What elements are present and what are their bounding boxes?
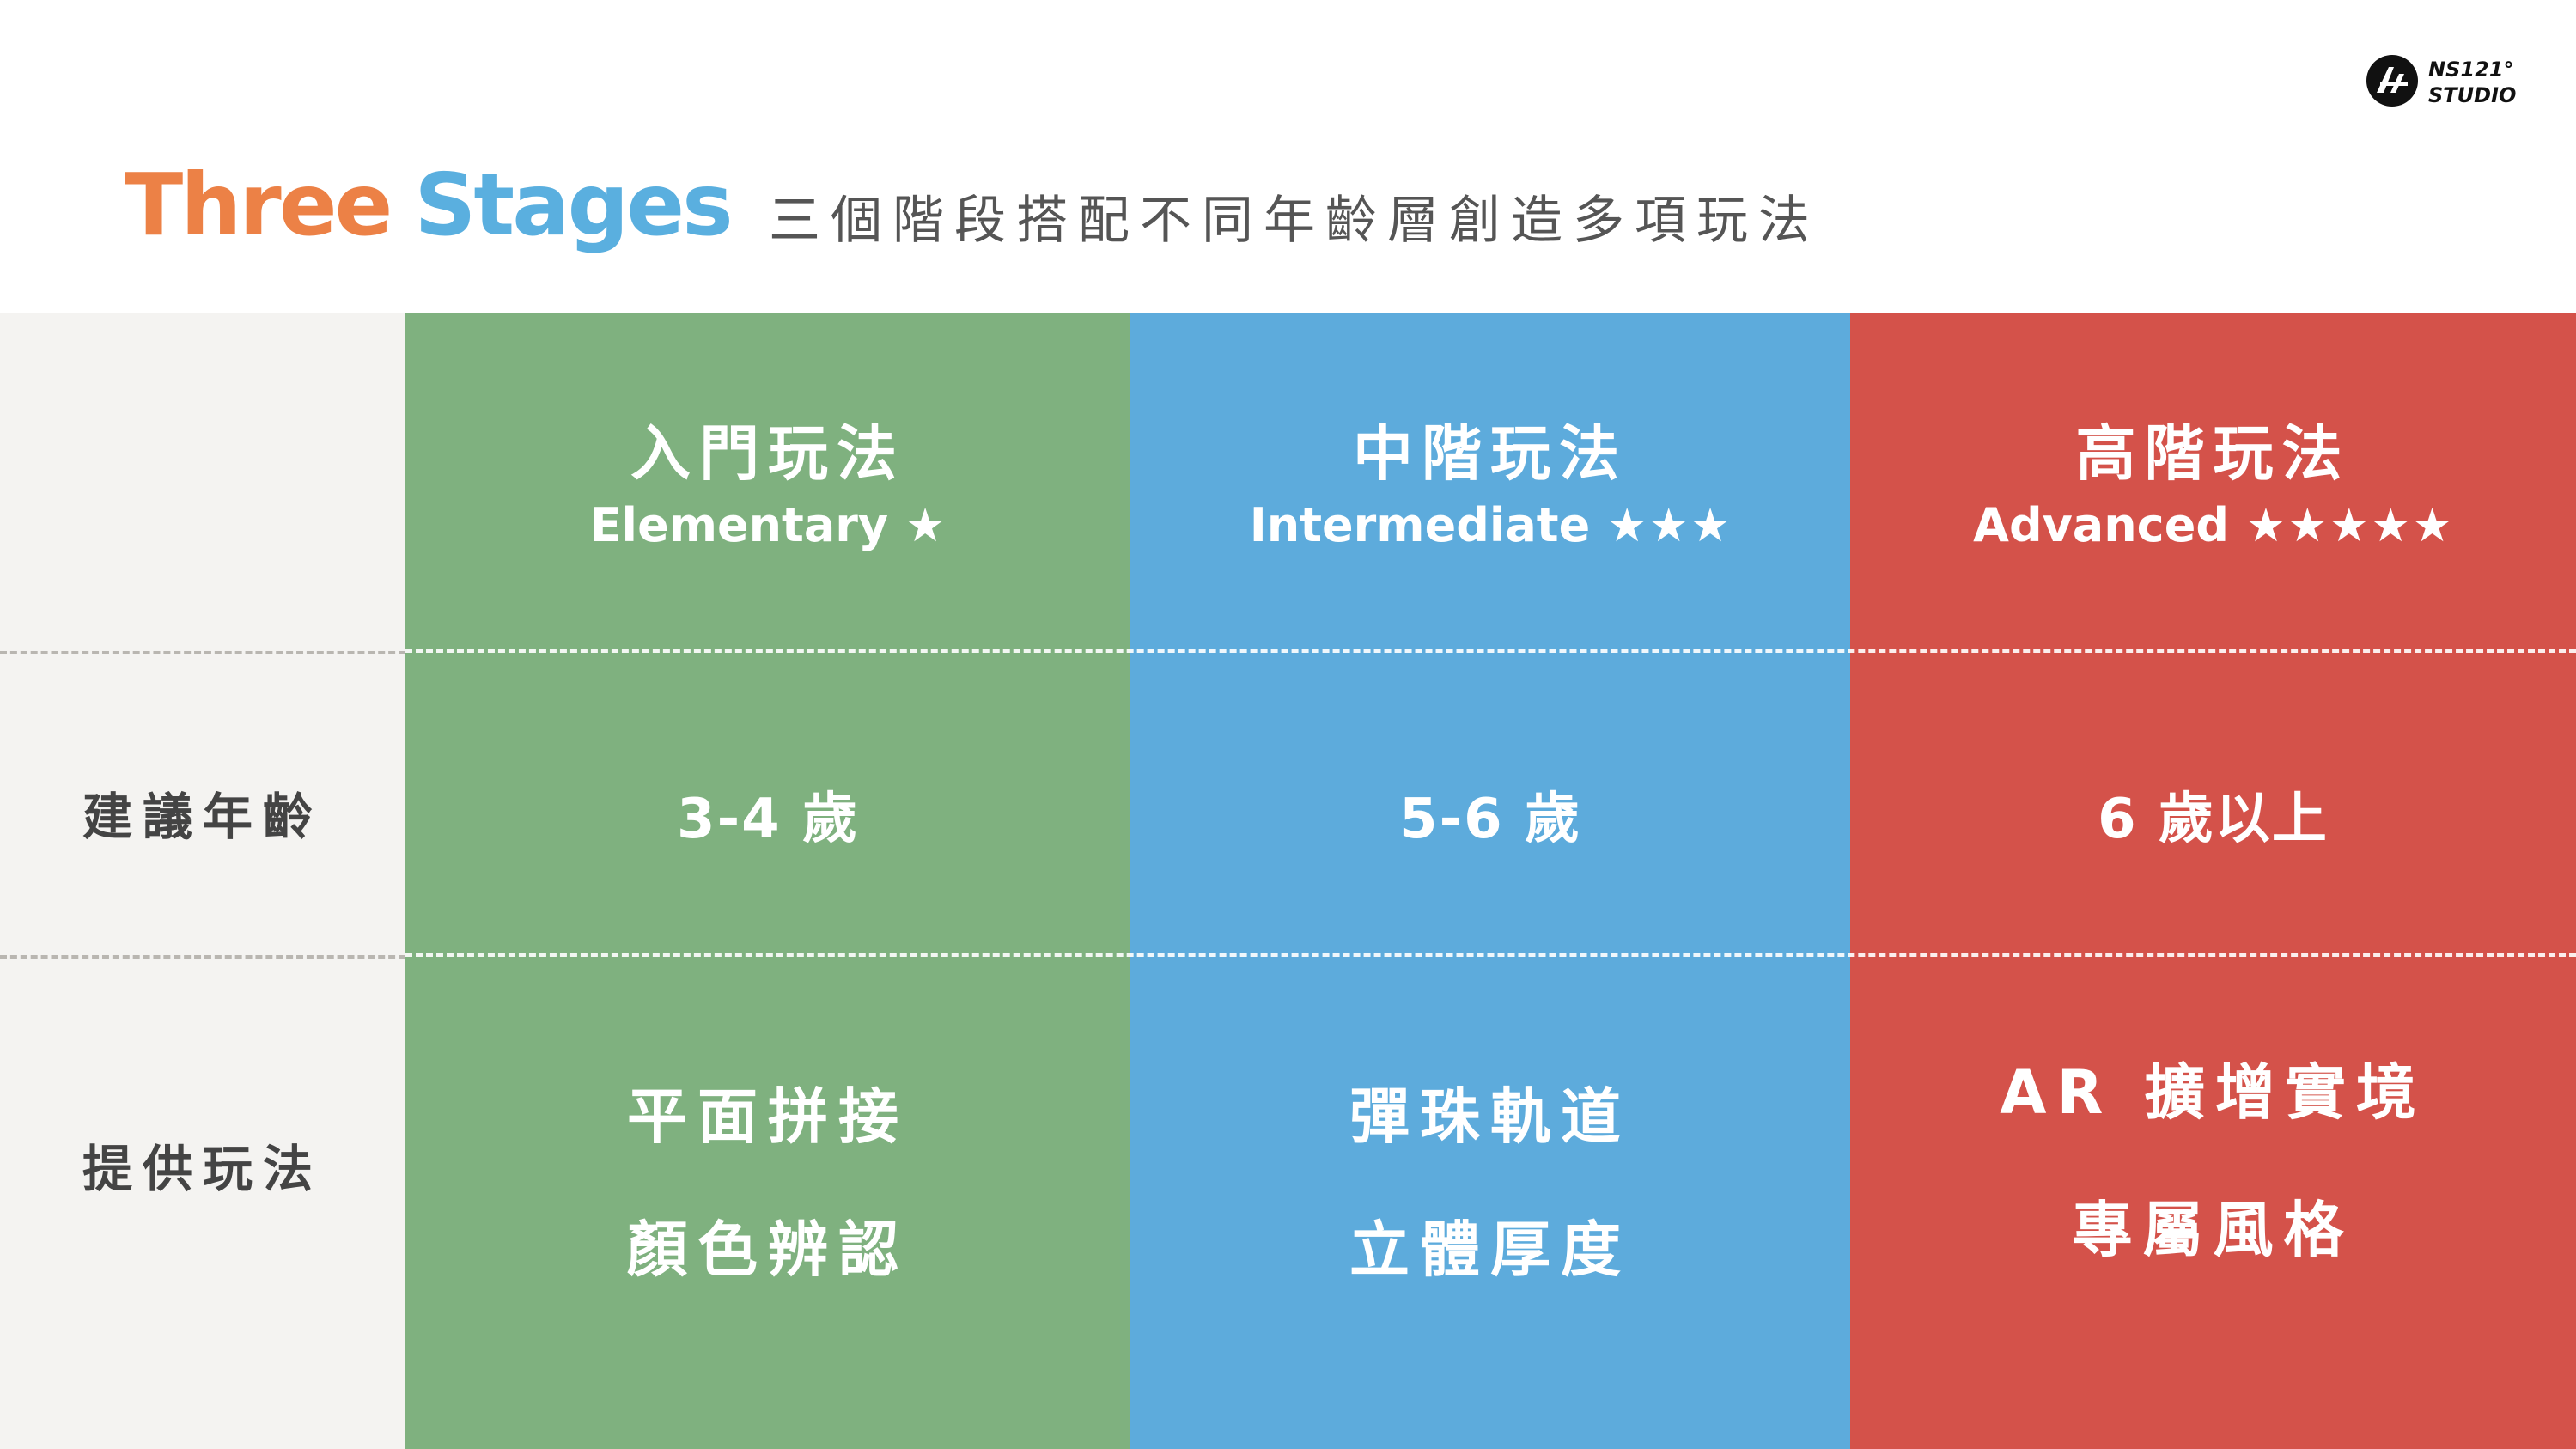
stage-play-2: 顏色辨認 (627, 1215, 909, 1285)
stage-age: 3-4 歲 (677, 788, 859, 851)
stage-play-1: 平面拼接 (627, 1081, 909, 1152)
stage-level: Advanced ★★★★★ (1973, 498, 2453, 552)
row-divider-2 (405, 953, 2576, 957)
stage-column-intermediate: 中階玩法 Intermediate ★★★ 5-6 歲 彈珠軌道 立體厚度 (1130, 313, 1850, 1449)
page-subtitle: 三個階段搭配不同年齡層創造多項玩法 (769, 191, 1820, 251)
logo-line1: NS121° (2428, 58, 2514, 82)
stage-play-1: AR 擴增實境 (2000, 1057, 2427, 1128)
title-word-three: Three (125, 155, 393, 255)
stage-level: Elementary ★ (589, 498, 947, 552)
stage-age: 5-6 歲 (1399, 788, 1581, 851)
label-divider-2 (0, 955, 405, 959)
label-divider-1 (0, 651, 405, 654)
stage-name: 入門玩法 (630, 418, 905, 489)
studio-logo-mark-icon (2366, 55, 2418, 107)
stage-column-elementary: 入門玩法 Elementary ★ 3-4 歲 平面拼接 顏色辨認 (405, 313, 1130, 1449)
stage-play-1: 彈珠軌道 (1349, 1081, 1631, 1152)
stage-play-2: 專屬風格 (2072, 1195, 2354, 1265)
stage-age: 6 歲以上 (2098, 788, 2329, 851)
title-word-stages: Stages (414, 155, 733, 255)
stage-level: Intermediate ★★★ (1249, 498, 1732, 552)
stages-table: 建議年齡 提供玩法 入門玩法 Elementary ★ 3-4 歲 平面拼接 顏… (0, 313, 2576, 1449)
page-title: Three Stages (125, 155, 734, 258)
studio-logo: NS121° STUDIO (2365, 53, 2528, 110)
stage-name: 高階玩法 (2075, 418, 2351, 489)
logo-line2: STUDIO (2428, 83, 2517, 107)
studio-logo-text: NS121° STUDIO (2428, 57, 2516, 108)
stage-name: 中階玩法 (1353, 418, 1628, 489)
label-column: 建議年齡 提供玩法 (0, 313, 405, 1449)
row-label-age: 建議年齡 (82, 788, 323, 846)
stage-column-advanced: 高階玩法 Advanced ★★★★★ 6 歲以上 AR 擴增實境 專屬風格 (1850, 313, 2576, 1449)
row-divider-1 (405, 649, 2576, 653)
stage-play-2: 立體厚度 (1349, 1215, 1631, 1285)
row-label-play: 提供玩法 (82, 1140, 323, 1198)
